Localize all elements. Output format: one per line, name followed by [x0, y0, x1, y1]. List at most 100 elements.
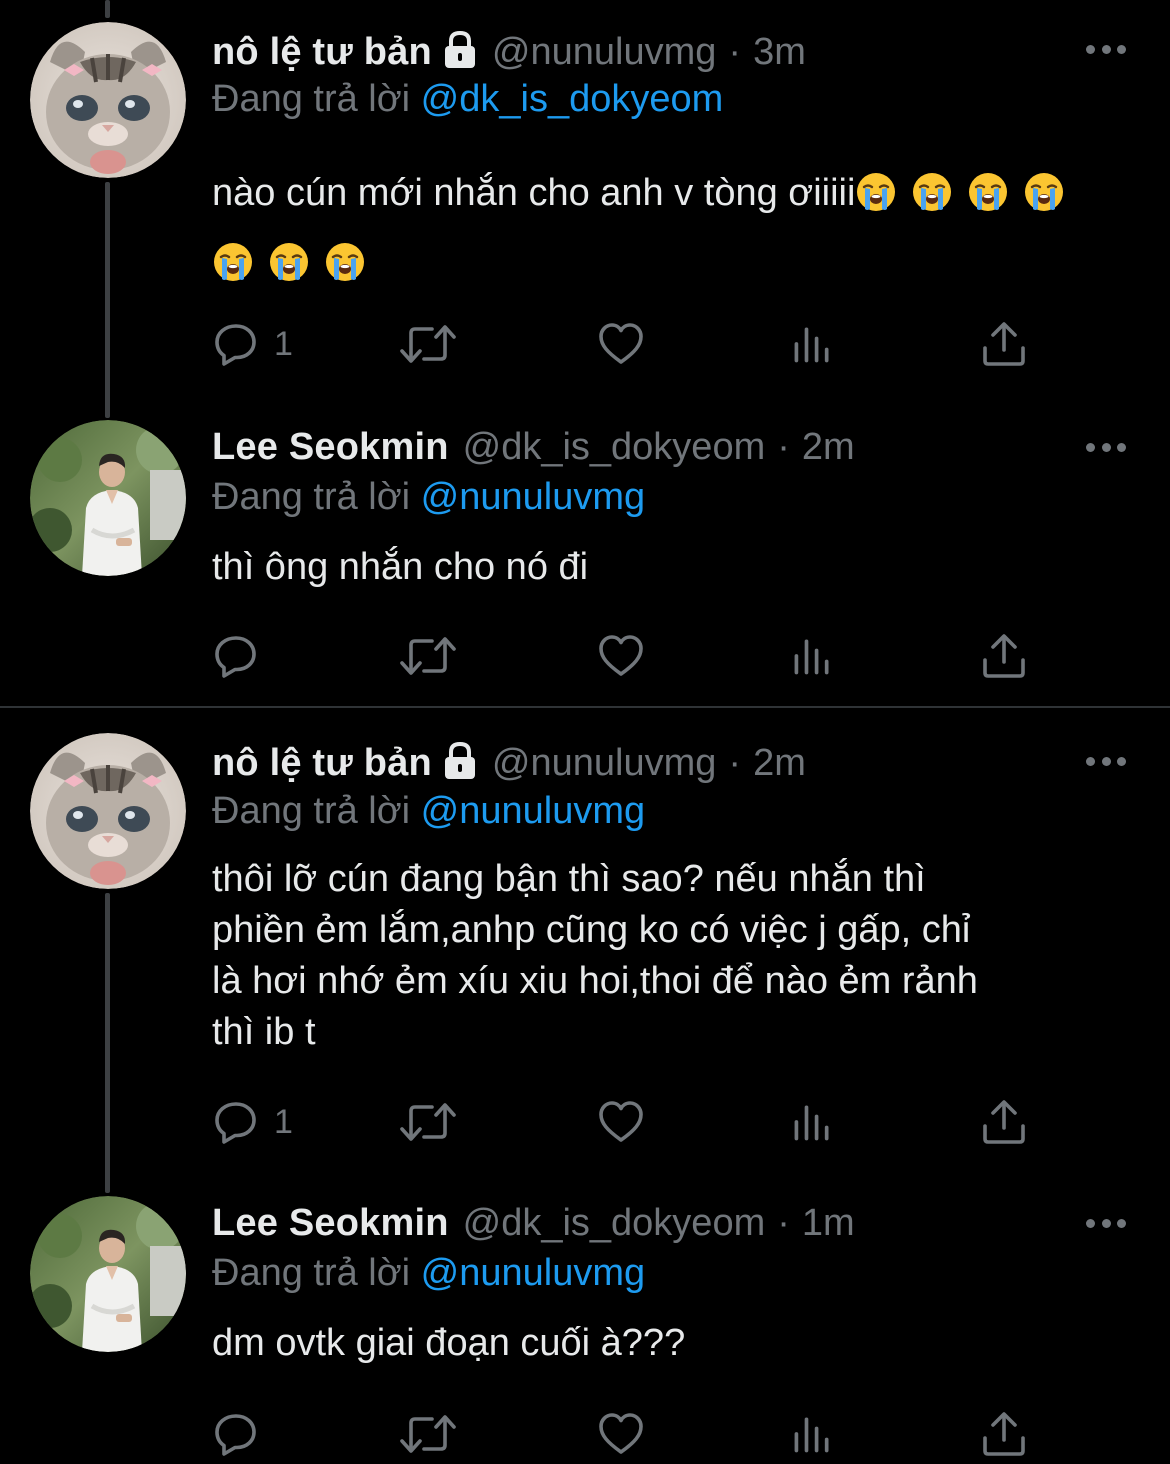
tweet-text-line: thì ib t [212, 1011, 316, 1053]
more-icon[interactable] [1086, 42, 1126, 56]
tweet-header: Lee Seokmin @dk_is_dokyeom · 1m [212, 1198, 1130, 1248]
reply-mention[interactable]: @nunuluvmg [421, 476, 645, 518]
display-name[interactable]: nô lệ tư bản [212, 742, 432, 785]
separator-dot: · [777, 425, 790, 468]
heart-icon [597, 320, 645, 368]
share-button[interactable] [980, 1098, 1028, 1146]
like-button[interactable] [597, 1410, 645, 1458]
display-name[interactable]: Lee Seokmin [212, 1202, 449, 1245]
timestamp[interactable]: 3m [753, 31, 806, 74]
reply-button[interactable] [212, 632, 274, 680]
avatar[interactable] [30, 22, 186, 178]
reply-icon [212, 632, 260, 680]
man-avatar-image [30, 1196, 186, 1352]
reply-prefix: Đang trả lời [212, 790, 411, 832]
share-button[interactable] [980, 320, 1028, 368]
views-button[interactable] [790, 320, 834, 368]
lock-icon [442, 30, 478, 70]
action-bar: 1 [212, 320, 1042, 368]
avatar[interactable] [30, 420, 186, 576]
handle[interactable]: @dk_is_dokyeom [463, 1202, 766, 1245]
loudly-crying-face-icon [268, 241, 310, 283]
reply-count: 1 [274, 324, 293, 363]
lock-icon [442, 741, 478, 781]
views-icon [790, 1098, 834, 1146]
handle[interactable]: @nunuluvmg [492, 742, 716, 785]
tweet-text: dm ovtk giai đoạn cuối à??? [212, 1322, 686, 1364]
reply-mention[interactable]: @dk_is_dokyeom [421, 78, 724, 120]
avatar[interactable] [30, 733, 186, 889]
loudly-crying-face-icon [324, 241, 366, 283]
action-bar: 1 [212, 1098, 1042, 1146]
share-icon [980, 1098, 1028, 1146]
timestamp[interactable]: 1m [802, 1202, 855, 1245]
tweet[interactable]: nô lệ tư bản @nunuluvmg · 3m Đang trả lờ… [0, 0, 1170, 400]
more-icon[interactable] [1086, 440, 1126, 454]
reply-button[interactable]: 1 [212, 1098, 293, 1146]
cat-avatar-image [30, 733, 186, 889]
views-button[interactable] [790, 1410, 834, 1458]
retweet-button[interactable] [398, 632, 458, 680]
share-icon [980, 320, 1028, 368]
more-icon[interactable] [1086, 1216, 1126, 1230]
retweet-icon [398, 1098, 458, 1146]
retweet-icon [398, 1410, 458, 1458]
heart-icon [597, 632, 645, 680]
tweet[interactable]: Lee Seokmin @dk_is_dokyeom · 1m Đang trả… [0, 1178, 1170, 1464]
loudly-crying-face-icon [1023, 171, 1065, 213]
tweet-text: thì ông nhắn cho nó đi [212, 546, 589, 588]
display-name[interactable]: Lee Seokmin [212, 426, 449, 469]
like-button[interactable] [597, 1098, 645, 1146]
loudly-crying-face-icon [911, 171, 953, 213]
replying-to: Đang trả lời @nunuluvmg [212, 476, 645, 519]
retweet-icon [398, 320, 458, 368]
reply-icon [212, 320, 260, 368]
heart-icon [597, 1098, 645, 1146]
reply-icon [212, 1410, 260, 1458]
retweet-button[interactable] [398, 320, 458, 368]
tweet-text-line: phiền ẻm lắm,anhp cũng ko có việc j gấp,… [212, 909, 971, 951]
tweet-text: nào cún mới nhắn cho anh v tòng ơiiiii [212, 158, 1112, 298]
separator-dot: · [728, 741, 742, 784]
share-icon [980, 632, 1028, 680]
views-button[interactable] [790, 1098, 834, 1146]
reply-prefix: Đang trả lời [212, 476, 411, 518]
tweet[interactable]: Lee Seokmin @dk_is_dokyeom · 2m Đang trả… [0, 400, 1170, 705]
views-button[interactable] [790, 632, 834, 680]
more-icon[interactable] [1086, 754, 1126, 768]
cat-avatar-image [30, 22, 186, 178]
avatar[interactable] [30, 1196, 186, 1352]
reply-button[interactable]: 1 [212, 320, 293, 368]
share-button[interactable] [980, 1410, 1028, 1458]
tweet[interactable]: nô lệ tư bản @nunuluvmg · 2m Đang trả lờ… [0, 708, 1170, 1178]
reply-icon [212, 1098, 260, 1146]
timestamp[interactable]: 2m [753, 742, 806, 785]
reply-mention[interactable]: @nunuluvmg [421, 790, 645, 832]
man-avatar-image [30, 420, 186, 576]
share-icon [980, 1410, 1028, 1458]
separator-dot: · [777, 1201, 790, 1244]
display-name[interactable]: nô lệ tư bản [212, 31, 432, 74]
tweet-text-line: là hơi nhớ ẻm xíu xiu hoi,thoi để nào ẻm… [212, 960, 978, 1002]
loudly-crying-face-icon [212, 241, 254, 283]
reply-button[interactable] [212, 1410, 274, 1458]
share-button[interactable] [980, 632, 1028, 680]
tweet-text-line: thôi lỡ cún đang bận thì sao? nếu nhắn t… [212, 858, 926, 900]
like-button[interactable] [597, 320, 645, 368]
timestamp[interactable]: 2m [802, 426, 855, 469]
reply-count: 1 [274, 1102, 293, 1141]
retweet-button[interactable] [398, 1098, 458, 1146]
action-bar [212, 632, 1042, 680]
tweet-text: thôi lỡ cún đang bận thì sao? nếu nhắn t… [212, 854, 1112, 1058]
tweet-header: nô lệ tư bản @nunuluvmg · 2m [212, 738, 1130, 788]
heart-icon [597, 1410, 645, 1458]
reply-mention[interactable]: @nunuluvmg [421, 1252, 645, 1294]
loudly-crying-face-icon [967, 171, 1009, 213]
tweet-header: Lee Seokmin @dk_is_dokyeom · 2m [212, 422, 1130, 472]
retweet-button[interactable] [398, 1410, 458, 1458]
reply-prefix: Đang trả lời [212, 1252, 411, 1294]
handle[interactable]: @dk_is_dokyeom [463, 426, 766, 469]
replying-to: Đang trả lời @nunuluvmg [212, 1252, 645, 1295]
handle[interactable]: @nunuluvmg [492, 31, 716, 74]
like-button[interactable] [597, 632, 645, 680]
